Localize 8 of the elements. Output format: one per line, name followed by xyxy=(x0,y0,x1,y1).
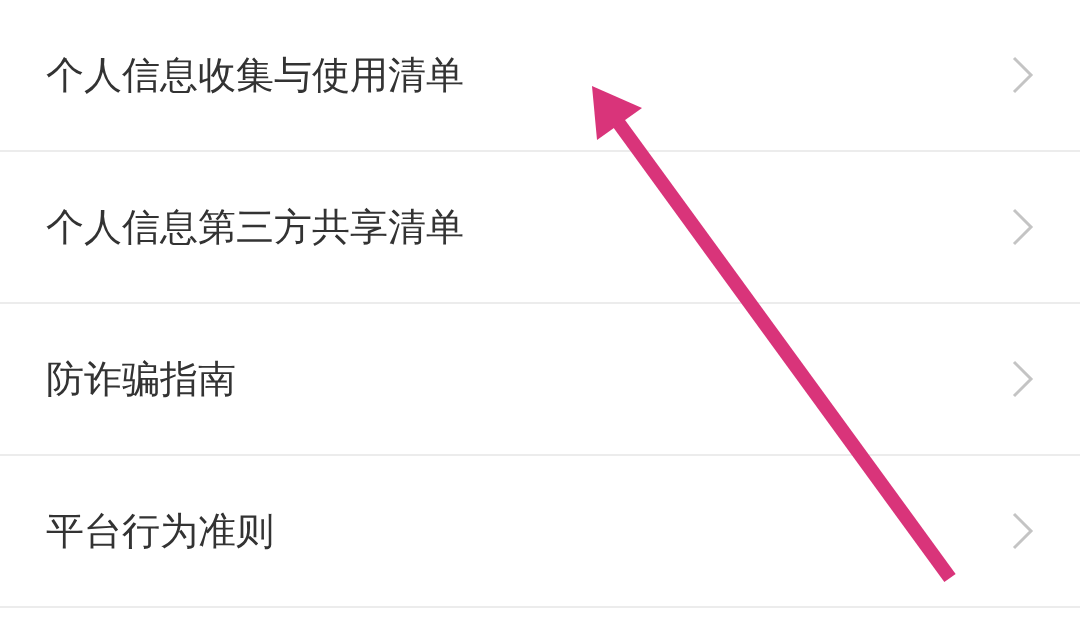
menu-item-label: 个人信息收集与使用清单 xyxy=(46,51,464,99)
menu-item-label: 平台行为准则 xyxy=(46,507,274,555)
chevron-right-icon xyxy=(1012,56,1034,94)
chevron-right-icon xyxy=(1012,208,1034,246)
chevron-right-icon xyxy=(1012,512,1034,550)
chevron-right-icon xyxy=(1012,360,1034,398)
menu-item-label: 个人信息第三方共享清单 xyxy=(46,203,464,251)
menu-item-label: 防诈骗指南 xyxy=(46,355,236,403)
